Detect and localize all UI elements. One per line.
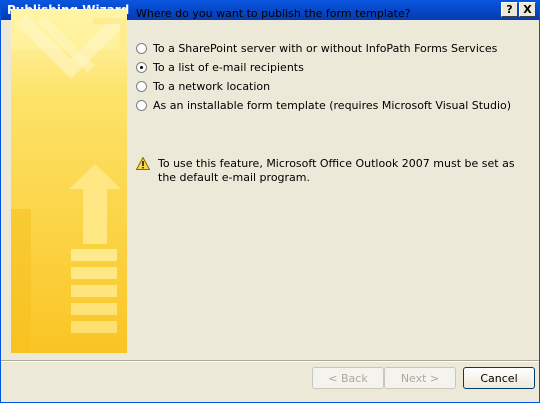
option-label: To a network location: [153, 80, 271, 93]
close-icon: X: [523, 3, 532, 16]
option-label: To a list of e-mail recipients: [153, 61, 304, 74]
radio-button[interactable]: [136, 81, 147, 92]
warning-line-1: To use this feature, Microsoft Office Ou…: [158, 157, 515, 170]
option-label: As an installable form template (require…: [153, 99, 512, 112]
help-button[interactable]: ?: [501, 2, 518, 17]
wizard-side-illustration: [11, 9, 127, 353]
warning-icon: [136, 157, 150, 170]
publishing-wizard-window: Publishing Wizard ? X: [0, 0, 540, 403]
option-email-recipients[interactable]: To a list of e-mail recipients: [136, 61, 304, 74]
option-sharepoint-server[interactable]: To a SharePoint server with or without I…: [136, 42, 497, 55]
cancel-button[interactable]: Cancel: [463, 367, 535, 389]
close-button[interactable]: X: [519, 2, 536, 17]
warning-line-2: the default e-mail program.: [158, 171, 311, 184]
outlook-warning: To use this feature, Microsoft Office Ou…: [136, 157, 515, 185]
option-installable-template[interactable]: As an installable form template (require…: [136, 99, 511, 112]
next-button[interactable]: Next >: [384, 367, 456, 389]
question-label: Where do you want to publish the form te…: [136, 7, 411, 20]
radio-button[interactable]: [136, 43, 147, 54]
radio-button-selected[interactable]: [136, 62, 147, 73]
back-button[interactable]: < Back: [312, 367, 384, 389]
option-network-location[interactable]: To a network location: [136, 80, 270, 93]
wizard-art-graphic: [11, 9, 127, 353]
help-icon: ?: [506, 3, 513, 16]
button-bar-divider: [1, 360, 539, 362]
option-label: To a SharePoint server with or without I…: [153, 42, 498, 55]
warning-text: To use this feature, Microsoft Office Ou…: [158, 157, 515, 185]
radio-button[interactable]: [136, 100, 147, 111]
